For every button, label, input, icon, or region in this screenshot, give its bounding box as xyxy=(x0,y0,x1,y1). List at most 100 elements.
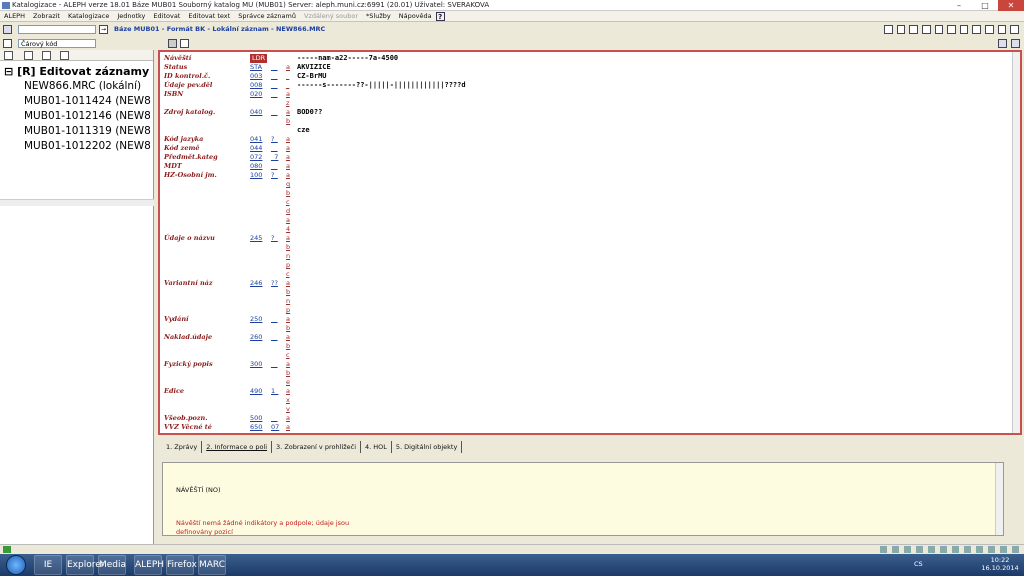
field-tag[interactable]: STA xyxy=(250,63,262,72)
field-indicators[interactable]: __ xyxy=(271,162,278,171)
field-tag[interactable]: LDR xyxy=(250,54,268,63)
close-button[interactable]: ✕ xyxy=(998,0,1024,11)
menu-katalogizace[interactable]: Katalogizace xyxy=(64,11,113,21)
field-value[interactable]: ------s-------??-|||||-||||||||||||????d xyxy=(297,81,466,90)
field-indicators[interactable]: ?_ xyxy=(271,171,278,180)
subfield-code[interactable]: p xyxy=(286,306,290,315)
menu-sluzby[interactable]: *Služby xyxy=(362,11,395,21)
subfield-code[interactable]: b xyxy=(286,189,290,198)
field-indicators[interactable]: ?_ xyxy=(271,234,278,243)
field-indicators[interactable]: __ xyxy=(271,108,278,117)
field-tag[interactable]: 008 xyxy=(250,81,262,90)
tool-icon[interactable] xyxy=(909,25,918,34)
taskbar-app-ie[interactable]: IE xyxy=(34,555,62,575)
tree-item[interactable]: MUB01-1012202 (NEW8 xyxy=(4,139,154,154)
field-value[interactable]: -----nam-a22-----7a-4500 xyxy=(297,54,398,63)
field-indicators[interactable]: __ xyxy=(271,414,278,423)
subfield-code[interactable]: a xyxy=(286,360,290,369)
field-tag[interactable]: 040 xyxy=(250,108,262,117)
collapse-icon[interactable]: ⊟ xyxy=(4,65,13,78)
field-tag[interactable]: 300 xyxy=(250,360,262,369)
taskbar-app-firefox[interactable]: Firefox xyxy=(166,555,197,575)
field-tag[interactable]: 080 xyxy=(250,162,262,171)
subfield-code[interactable]: x xyxy=(286,396,290,405)
subfield-code[interactable]: 7 xyxy=(286,432,290,433)
subfield-code[interactable]: a xyxy=(286,333,290,342)
menu-aleph[interactable]: ALEPH xyxy=(0,11,29,21)
start-button[interactable] xyxy=(1,554,31,576)
field-indicators[interactable]: __ xyxy=(271,144,278,153)
field-tag[interactable]: 250 xyxy=(250,315,262,324)
subfield-code[interactable]: c xyxy=(286,351,290,360)
field-indicators[interactable]: ?? xyxy=(271,279,278,288)
check-icon[interactable] xyxy=(947,25,956,34)
field-value[interactable]: AKVIZICE xyxy=(297,63,331,72)
menu-jednotky[interactable]: Jednotky xyxy=(113,11,149,21)
language-indicator[interactable]: CS xyxy=(914,560,923,568)
field-tag[interactable]: 650 xyxy=(250,423,262,432)
field-tag[interactable]: 246 xyxy=(250,279,262,288)
tree-horizontal-scrollbar[interactable] xyxy=(0,199,154,206)
subfield-code[interactable]: b xyxy=(286,324,290,333)
sidebar-tool-icon[interactable] xyxy=(60,51,69,60)
field-tag[interactable]: 245 xyxy=(250,234,262,243)
tool-icon[interactable] xyxy=(959,25,969,34)
refresh-icon[interactable] xyxy=(998,39,1007,48)
maximize-button[interactable]: □ xyxy=(972,0,998,11)
field-value[interactable]: BOD0?? xyxy=(297,108,322,117)
minimize-button[interactable]: – xyxy=(946,0,972,11)
taskbar-app-explorer[interactable]: Explorer xyxy=(66,555,104,575)
tree-item[interactable]: NEW866.MRC (lokální) xyxy=(4,79,154,94)
subfield-code[interactable]: a xyxy=(286,387,290,396)
subfield-code[interactable]: p xyxy=(286,261,290,270)
subfield-code[interactable]: a xyxy=(286,423,290,432)
subfield-code[interactable]: a xyxy=(286,234,290,243)
subfield-code[interactable]: a xyxy=(286,162,290,171)
menu-editovat-text[interactable]: Editovat text xyxy=(184,11,234,21)
subfield-code[interactable]: a xyxy=(286,90,290,99)
tool-icon[interactable] xyxy=(884,25,893,34)
field-indicators[interactable]: __ xyxy=(271,72,278,81)
field-indicators[interactable]: 1_ xyxy=(271,387,278,396)
subfield-code[interactable]: q xyxy=(286,180,290,189)
subfield-code[interactable]: v xyxy=(286,405,290,414)
arrow-icon[interactable] xyxy=(180,39,189,48)
subfield-code[interactable]: a xyxy=(286,279,290,288)
tab-zobrazeni-v-prohlizeci[interactable]: 3. Zobrazení v prohlížeči xyxy=(272,441,361,453)
panel-icon[interactable] xyxy=(3,39,12,48)
tool-icon[interactable] xyxy=(1010,25,1020,34)
search-field[interactable] xyxy=(18,25,96,34)
field-indicators[interactable]: __ xyxy=(271,63,278,72)
arrow-right-icon[interactable]: → xyxy=(99,25,108,34)
tree-item[interactable]: MUB01-1011319 (NEW8 xyxy=(4,124,154,139)
field-tag[interactable]: 260 xyxy=(250,333,262,342)
field-tag[interactable]: 041 xyxy=(250,135,262,144)
info-vertical-scrollbar[interactable] xyxy=(995,463,1003,535)
tool-icon[interactable] xyxy=(934,25,944,34)
tree-item[interactable]: MUB01-1012146 (NEW8 xyxy=(4,109,154,124)
database-icon[interactable] xyxy=(3,25,12,34)
tree-root[interactable]: ⊟ [R] Editovat záznamy xyxy=(4,64,154,79)
field-indicators[interactable]: __ xyxy=(271,90,278,99)
subfield-code[interactable]: d xyxy=(286,207,290,216)
subfield-code[interactable]: a xyxy=(286,153,290,162)
tool-icon[interactable] xyxy=(997,25,1007,34)
field-indicators[interactable]: _7 xyxy=(271,153,278,162)
tab-hol[interactable]: 4. HOL xyxy=(361,441,392,453)
field-indicators[interactable]: __ xyxy=(271,333,278,342)
taskbar-app-marc[interactable]: MARC xyxy=(198,555,226,575)
barcode-select[interactable]: Čárový kód xyxy=(18,39,96,48)
help-icon[interactable]: ? xyxy=(435,12,445,21)
subfield-code[interactable]: a xyxy=(286,108,290,117)
menu-zobrazit[interactable]: Zobrazit xyxy=(29,11,64,21)
subfield-code[interactable]: n xyxy=(286,252,290,261)
editor-vertical-scrollbar[interactable] xyxy=(1012,52,1020,433)
list-icon[interactable] xyxy=(168,39,177,48)
field-tag[interactable]: 100 xyxy=(250,171,262,180)
taskbar-app-media[interactable]: Media xyxy=(98,555,126,575)
tab-informace-o-poli[interactable]: 2. Informace o poli xyxy=(202,441,273,453)
field-indicators[interactable]: 07 xyxy=(271,423,279,432)
subfield-code[interactable]: a xyxy=(286,171,290,180)
sidebar-tool-icon[interactable] xyxy=(42,51,51,60)
field-tag[interactable]: 020 xyxy=(250,90,262,99)
